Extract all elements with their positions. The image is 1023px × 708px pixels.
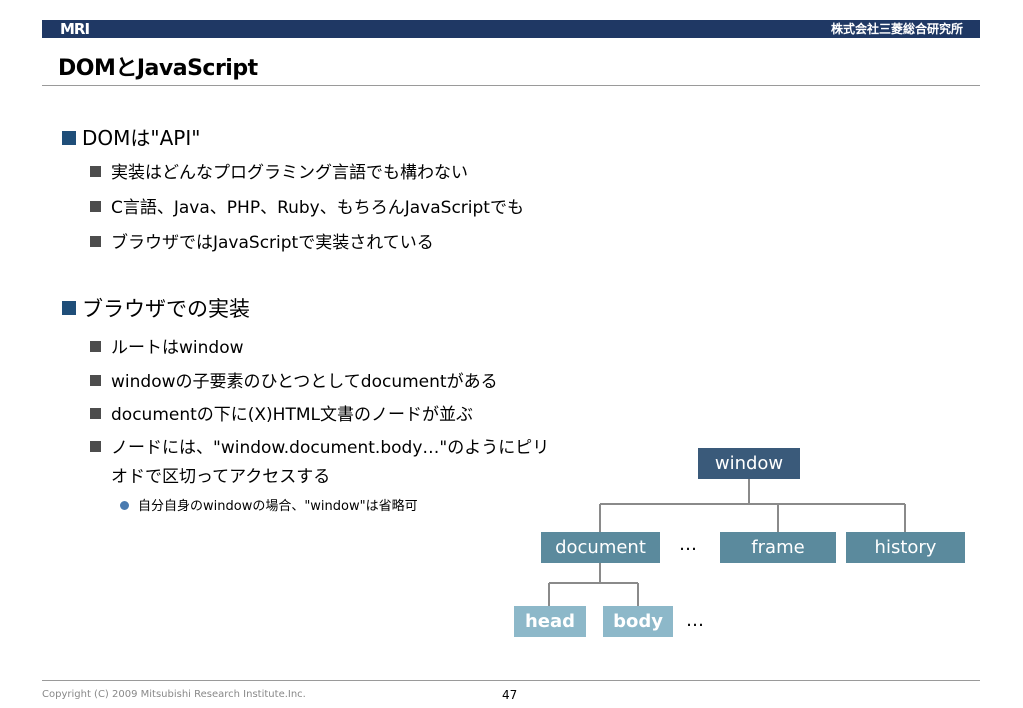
footer-divider [42, 680, 980, 681]
node-window: window [698, 448, 800, 479]
node-head: head [514, 606, 586, 637]
tree-connectors [548, 479, 906, 606]
node-history: history [846, 532, 965, 563]
node-body: body [603, 606, 673, 637]
copyright-text: Copyright (C) 2009 Mitsubishi Research I… [42, 689, 306, 700]
ellipsis-children: … [686, 610, 704, 631]
ellipsis-siblings: … [679, 534, 697, 555]
node-document: document [541, 532, 660, 563]
page-number: 47 [502, 688, 518, 702]
node-frame: frame [720, 532, 836, 563]
